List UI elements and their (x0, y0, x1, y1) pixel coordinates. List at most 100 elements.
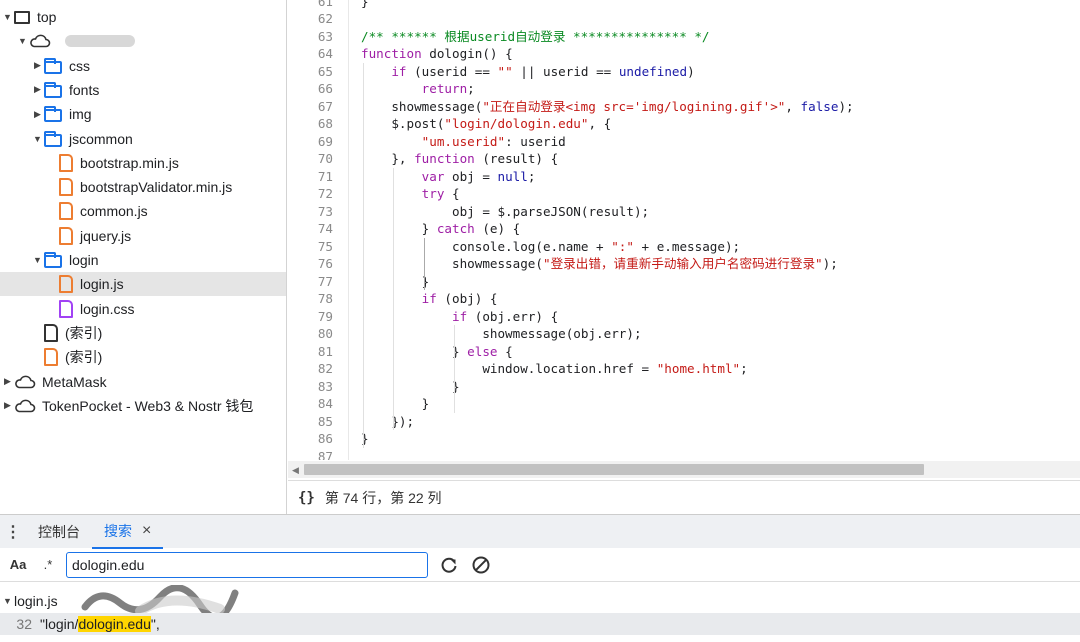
line-number[interactable]: 63 (288, 28, 333, 46)
code-text: return; (421, 81, 475, 96)
regex-button[interactable]: .* (36, 557, 60, 572)
code-line[interactable]: 85 }); (288, 413, 1080, 431)
tree-item[interactable]: ▶ fonts (0, 78, 286, 102)
code-editor[interactable]: 61} 62 63/** ****** 根据userid自动登录 *********… (288, 0, 1080, 460)
tree-item[interactable]: ▼ (0, 29, 286, 53)
code-line[interactable]: 67 showmessage("正在自动登录<img src='img/logi… (288, 98, 1080, 116)
line-number[interactable]: 85 (288, 413, 333, 431)
chevron-down-icon[interactable]: ▼ (18, 36, 27, 46)
chevron-right-icon[interactable]: ▶ (33, 109, 42, 120)
line-number[interactable]: 75 (288, 238, 333, 256)
line-number[interactable]: 84 (288, 395, 333, 413)
tree-item[interactable]: ▶jquery.js (0, 224, 286, 248)
tree-item[interactable]: ▶ css (0, 54, 286, 78)
code-line[interactable]: 80 showmessage(obj.err); (288, 325, 1080, 343)
line-number[interactable]: 66 (288, 80, 333, 98)
tree-item[interactable]: ▶bootstrapValidator.min.js (0, 175, 286, 199)
tab-search[interactable]: 搜索 × (92, 515, 164, 549)
line-number[interactable]: 64 (288, 45, 333, 63)
line-number[interactable]: 78 (288, 290, 333, 308)
search-input[interactable] (66, 551, 428, 578)
line-number[interactable]: 74 (288, 220, 333, 238)
tree-item[interactable]: ▶ MetaMask (0, 370, 286, 394)
scroll-left-icon[interactable]: ◀ (292, 465, 299, 476)
line-number[interactable]: 87 (288, 448, 333, 461)
line-number[interactable]: 80 (288, 325, 333, 343)
tree-item[interactable]: ▼ jscommon (0, 127, 286, 151)
code-line[interactable]: 64 function dologin() { (288, 45, 1080, 63)
line-number[interactable]: 61 (288, 0, 333, 10)
close-icon[interactable]: × (142, 522, 151, 540)
pretty-print-icon[interactable]: {} (298, 490, 315, 506)
code-line[interactable]: 86} (288, 430, 1080, 448)
chevron-down-icon[interactable]: ▼ (33, 134, 42, 144)
code-line[interactable]: 70 }, function (result) { (288, 150, 1080, 168)
tree-item[interactable]: ▶ img (0, 102, 286, 126)
code-line[interactable]: 81 } else { (288, 343, 1080, 361)
code-line[interactable]: 62 (288, 10, 1080, 28)
code-line[interactable]: 82 window.location.href = "home.html"; (288, 360, 1080, 378)
tab-console[interactable]: 控制台 (26, 515, 92, 549)
code-line[interactable]: 69 "um.userid": userid (288, 133, 1080, 151)
code-line[interactable]: 66 return; (288, 80, 1080, 98)
line-number[interactable]: 81 (288, 343, 333, 361)
line-number[interactable]: 62 (288, 10, 333, 28)
line-number[interactable]: 65 (288, 63, 333, 81)
match-case-button[interactable]: Aa (6, 557, 30, 572)
code-line[interactable]: 78 if (obj) { (288, 290, 1080, 308)
code-line[interactable]: 76 showmessage("登录出错，请重新手动输入用户名密码进行登录"); (288, 255, 1080, 273)
line-number[interactable]: 67 (288, 98, 333, 116)
code-text: } (361, 378, 460, 394)
line-number[interactable]: 79 (288, 308, 333, 326)
code-line[interactable]: 83 } (288, 378, 1080, 396)
code-line[interactable]: 65 if (userid == "" || userid == undefin… (288, 63, 1080, 81)
tree-item[interactable]: ▶common.js (0, 199, 286, 223)
code-line[interactable]: 75 console.log(e.name + ":" + e.message)… (288, 238, 1080, 256)
chevron-right-icon[interactable]: ▶ (33, 60, 42, 71)
line-number[interactable]: 86 (288, 430, 333, 448)
tree-item[interactable]: ▶login.js (0, 272, 286, 297)
chevron-down-icon[interactable]: ▼ (33, 255, 42, 265)
code-line[interactable]: 61} (288, 0, 1080, 10)
clear-icon[interactable] (470, 554, 492, 576)
tree-item[interactable]: ▼ login (0, 248, 286, 272)
code-line[interactable]: 84 } (288, 395, 1080, 413)
result-file[interactable]: ▼ login.js (0, 591, 58, 611)
code-line[interactable]: 71 var obj = null; (288, 168, 1080, 186)
line-number[interactable]: 77 (288, 273, 333, 291)
chevron-down-icon[interactable]: ▼ (3, 596, 12, 606)
line-number[interactable]: 72 (288, 185, 333, 203)
line-number[interactable]: 70 (288, 150, 333, 168)
code-line[interactable]: 73 obj = $.parseJSON(result); (288, 203, 1080, 221)
chevron-down-icon[interactable]: ▼ (3, 12, 12, 22)
code-line[interactable]: 74 } catch (e) { (288, 220, 1080, 238)
line-number[interactable]: 71 (288, 168, 333, 186)
code-text: } (361, 396, 430, 411)
tree-item[interactable]: ▶(索引) (0, 345, 286, 369)
chevron-right-icon[interactable]: ▶ (33, 84, 42, 95)
line-number[interactable]: 68 (288, 115, 333, 133)
code-line[interactable]: 87 (288, 448, 1080, 461)
chevron-right-icon[interactable]: ▶ (3, 400, 12, 411)
more-menu-icon[interactable]: ⋮ (0, 522, 26, 542)
tree-item[interactable]: ▶ TokenPocket - Web3 & Nostr 钱包 (0, 394, 286, 418)
code-line[interactable]: 68 $.post("login/dologin.edu", { (288, 115, 1080, 133)
tree-item[interactable]: ▶bootstrap.min.js (0, 151, 286, 175)
code-line[interactable]: 79 if (obj.err) { (288, 308, 1080, 326)
line-number[interactable]: 83 (288, 378, 333, 396)
scrollbar-thumb[interactable] (304, 464, 924, 475)
tree-item[interactable]: ▶(索引) (0, 321, 286, 345)
code-line[interactable]: 72 try { (288, 185, 1080, 203)
code-line[interactable]: 63 /** ****** 根据userid自动登录 **************… (288, 28, 1080, 46)
horizontal-scrollbar[interactable]: ◀ (288, 461, 1080, 478)
tree-item[interactable]: ▼ top (0, 5, 286, 29)
chevron-right-icon[interactable]: ▶ (3, 376, 12, 387)
line-number[interactable]: 82 (288, 360, 333, 378)
result-line[interactable]: 32 "login/dologin.edu ", (0, 613, 1080, 635)
line-number[interactable]: 73 (288, 203, 333, 221)
line-number[interactable]: 69 (288, 133, 333, 151)
line-number[interactable]: 76 (288, 255, 333, 273)
refresh-icon[interactable] (438, 554, 460, 576)
code-line[interactable]: 77 } (288, 273, 1080, 291)
tree-item[interactable]: ▶login.css (0, 297, 286, 321)
